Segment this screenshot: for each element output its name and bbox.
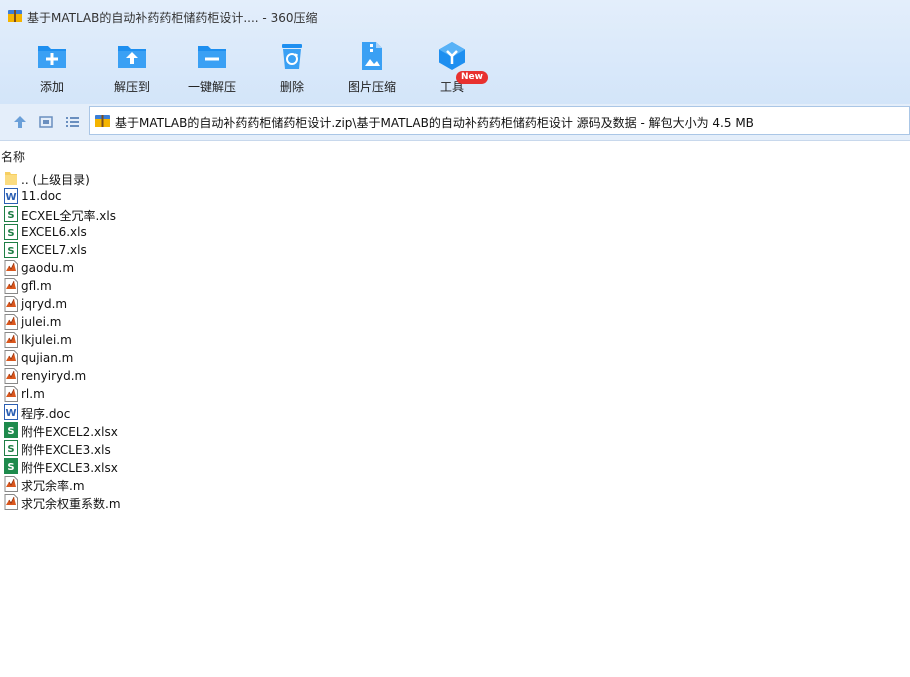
file-row[interactable]: jqryd.m [0, 295, 360, 313]
file-name: 附件EXCEL2.xlsx [21, 425, 118, 439]
address-path: 基于MATLAB的自动补药药柜储药柜设计.zip\基于MATLAB的自动补药药柜… [115, 116, 754, 130]
app-logo-icon [8, 9, 22, 23]
tools-icon [436, 40, 468, 72]
file-name: EXCEL6.xls [21, 225, 87, 239]
file-name: 附件EXCLE3.xls [21, 443, 111, 457]
toolbar: 添加 解压到 一键解压 删除 图片压缩 工具 New [0, 38, 910, 100]
file-name: julei.m [21, 315, 62, 329]
matlab-file-icon [4, 368, 18, 384]
file-row[interactable]: lkjulei.m [0, 331, 360, 349]
word-doc-icon: W [4, 404, 18, 420]
one-click-extract-button[interactable]: 一键解压 [176, 38, 248, 98]
matlab-file-icon [4, 350, 18, 366]
file-row[interactable]: renyiryd.m [0, 367, 360, 385]
matlab-file-icon [4, 278, 18, 294]
matlab-file-icon [4, 260, 18, 276]
svg-text:S: S [7, 462, 14, 473]
svg-text:S: S [7, 426, 14, 437]
file-name: 程序.doc [21, 407, 71, 421]
window-header: 基于MATLAB的自动补药药柜储药柜设计.... - 360压缩 添加 解压到 … [0, 0, 910, 104]
file-row[interactable]: gfl.m [0, 277, 360, 295]
file-name: 附件EXCLE3.xlsx [21, 461, 118, 475]
extract-to-label: 解压到 [113, 80, 150, 94]
file-name: 11.doc [21, 189, 62, 203]
up-arrow-icon[interactable] [11, 113, 29, 131]
file-row[interactable]: gaodu.m [0, 259, 360, 277]
extract-to-button[interactable]: 解压到 [96, 38, 168, 98]
file-name: EXCEL7.xls [21, 243, 87, 257]
image-compress-icon [356, 40, 388, 72]
svg-text:S: S [7, 444, 14, 455]
file-row[interactable]: julei.m [0, 313, 360, 331]
svg-text:S: S [7, 228, 14, 239]
file-row[interactable]: qujian.m [0, 349, 360, 367]
thumbnail-view-icon[interactable] [37, 113, 55, 131]
address-bar[interactable]: 基于MATLAB的自动补药药柜储药柜设计.zip\基于MATLAB的自动补药药柜… [89, 106, 910, 135]
file-name: gfl.m [21, 279, 52, 293]
file-row[interactable]: S EXCEL6.xls [0, 223, 360, 241]
add-button[interactable]: 添加 [16, 38, 88, 98]
tools-button[interactable]: 工具 [416, 38, 488, 98]
file-name: jqryd.m [21, 297, 68, 311]
window-title: 基于MATLAB的自动补药药柜储药柜设计.... - 360压缩 [27, 11, 318, 25]
address-row: 基于MATLAB的自动补药药柜储药柜设计.zip\基于MATLAB的自动补药药柜… [0, 104, 910, 141]
file-row[interactable]: rl.m [0, 385, 360, 403]
excel-xlsx-icon: S [4, 422, 18, 438]
file-name: gaodu.m [21, 261, 75, 275]
excel-xls-icon: S [4, 224, 18, 240]
file-name: renyiryd.m [21, 369, 87, 383]
folder-icon [4, 170, 18, 186]
one-click-extract-label: 一键解压 [187, 80, 236, 94]
matlab-file-icon [4, 332, 18, 348]
file-row[interactable]: S EXCEL7.xls [0, 241, 360, 259]
svg-text:S: S [7, 246, 14, 257]
matlab-file-icon [4, 314, 18, 330]
file-name: rl.m [21, 387, 45, 401]
excel-xls-icon: S [4, 206, 18, 222]
file-name: qujian.m [21, 351, 74, 365]
svg-text:S: S [7, 210, 14, 221]
recycle-bin-icon [276, 40, 308, 72]
file-name: 求冗余率.m [21, 479, 85, 493]
file-row[interactable]: S 附件EXCEL2.xlsx [0, 421, 360, 439]
title-bar: 基于MATLAB的自动补药药柜储药柜设计.... - 360压缩 [0, 0, 910, 32]
new-badge: New [456, 71, 488, 84]
file-row[interactable]: .. (上级目录) [0, 169, 360, 187]
column-header: 名称 [0, 141, 910, 164]
image-compress-button[interactable]: 图片压缩 [336, 38, 408, 98]
file-row[interactable]: S 附件EXCLE3.xlsx [0, 457, 360, 475]
excel-xls-icon: S [4, 242, 18, 258]
add-icon [36, 40, 68, 72]
archive-icon [95, 114, 110, 128]
file-row[interactable]: W 11.doc [0, 187, 360, 205]
file-row[interactable]: 求冗余权重系数.m [0, 493, 360, 511]
svg-text:W: W [5, 192, 16, 203]
matlab-file-icon [4, 476, 18, 492]
matlab-file-icon [4, 386, 18, 402]
word-doc-icon: W [4, 188, 18, 204]
file-name: .. (上级目录) [21, 173, 90, 187]
svg-text:W: W [5, 408, 16, 419]
file-row[interactable]: W 程序.doc [0, 403, 360, 421]
delete-label: 删除 [279, 80, 304, 94]
column-name-header[interactable]: 名称 [1, 148, 25, 165]
file-row[interactable]: 求冗余率.m [0, 475, 360, 493]
image-compress-label: 图片压缩 [347, 80, 396, 94]
file-row[interactable]: S ECXEL全冗率.xls [0, 205, 360, 223]
excel-xlsx-icon: S [4, 458, 18, 474]
file-name: 求冗余权重系数.m [21, 497, 121, 511]
list-view-icon[interactable] [63, 113, 81, 131]
matlab-file-icon [4, 494, 18, 510]
matlab-file-icon [4, 296, 18, 312]
delete-button[interactable]: 删除 [256, 38, 328, 98]
file-row[interactable]: S 附件EXCLE3.xls [0, 439, 360, 457]
file-name: lkjulei.m [21, 333, 72, 347]
extract-to-icon [116, 40, 148, 72]
file-name: ECXEL全冗率.xls [21, 209, 116, 223]
add-label: 添加 [39, 80, 64, 94]
one-click-extract-icon [196, 40, 228, 72]
excel-xls-icon: S [4, 440, 18, 456]
